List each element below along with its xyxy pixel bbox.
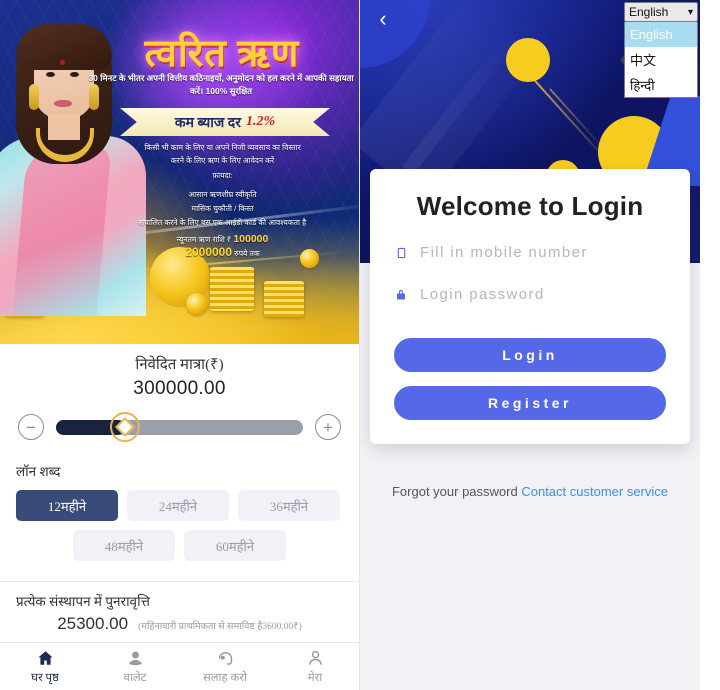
repayment-section: प्रत्येक संस्थापन में पुनरावृत्ति 25300.… — [0, 581, 359, 646]
amount-slider-thumb[interactable] — [110, 412, 141, 442]
banner-body: किसी भी काम के लिए या अपने निजी व्यवसाय … — [95, 142, 350, 261]
requested-amount-label: निवेदित मात्रा(₹) — [135, 357, 224, 373]
contact-customer-service-link[interactable]: Contact customer service — [521, 484, 668, 499]
bottom-navigation: घर पृष्ठ वालेट सलाह करो मेरा — [0, 642, 359, 690]
banner-title: त्वरित ऋण — [144, 33, 300, 75]
loan-term-option-12[interactable]: 12महीने — [16, 490, 118, 521]
language-option-english[interactable]: English — [625, 22, 697, 47]
loan-term-option-24[interactable]: 24महीने — [127, 490, 229, 521]
amount-slider-row: − + — [0, 400, 359, 442]
loan-term-options-row2: 48महीने 60महीने — [16, 530, 343, 561]
forgot-password-row: Forgot your password Contact customer se… — [360, 484, 700, 499]
language-selector[interactable]: English ▾ English 中文 हिन्दी — [624, 2, 698, 98]
loan-calculator-panel: त्वरित ऋण 30 मिनट के भीतर अपनी वित्तीय क… — [0, 0, 360, 690]
nav-label-profile: मेरा — [307, 672, 323, 684]
repayment-value: 25300.00 — [57, 614, 129, 633]
headset-support-icon — [216, 648, 235, 668]
model-lips — [54, 100, 72, 107]
language-option-hindi[interactable]: हिन्दी — [625, 72, 697, 97]
amount-slider-thumb-diamond — [115, 417, 136, 437]
banner-subtitle: 30 मिनट के भीतर अपनी वित्तीय कठिनाइयों, … — [88, 73, 354, 96]
nav-label-wallet: वालेट — [123, 672, 147, 684]
gold-coin-stack — [264, 281, 304, 317]
banner-benefit-3: संचालित करने के लिए बस एक आईडी कार्ड की … — [138, 217, 307, 227]
mobile-phone-icon — [394, 245, 408, 261]
nav-label-support: सलाह करो — [202, 672, 248, 684]
app-screen: त्वरित ऋण 30 मिनट के भीतर अपनी वित्तीय क… — [0, 0, 720, 690]
language-option-chinese[interactable]: 中文 — [625, 47, 697, 72]
login-card: Welcome to Login Fill in mobile number L… — [370, 169, 690, 444]
mobile-number-field[interactable]: Fill in mobile number — [394, 244, 666, 264]
login-panel: ‹ English ▾ English 中文 हिन्दी Welcome to… — [360, 0, 700, 690]
wallet-icon — [126, 648, 145, 668]
loan-term-option-48[interactable]: 48महीने — [73, 530, 175, 561]
banner-max-suffix: रुपये तक — [234, 249, 260, 258]
password-placeholder: Login password — [420, 286, 545, 303]
promo-banner[interactable]: त्वरित ऋण 30 मिनट के भीतर अपनी वित्तीय क… — [0, 0, 359, 344]
user-profile-icon — [306, 648, 325, 668]
loan-term-option-60[interactable]: 60महीने — [184, 530, 286, 561]
nav-item-home[interactable]: घर पृष्ठ — [0, 648, 90, 685]
model-eye — [46, 72, 55, 77]
loan-term-options: 12महीने 24महीने 36महीने 48महीने 60महीने — [16, 490, 343, 561]
chevron-left-icon[interactable]: ‹ — [370, 6, 396, 32]
language-option-list[interactable]: English 中文 हिन्दी — [624, 22, 698, 98]
nav-label-home: घर पृष्ठ — [31, 672, 59, 684]
chevron-down-icon: ▾ — [687, 6, 693, 18]
nav-item-support[interactable]: सलाह करो — [180, 648, 270, 685]
plus-circle-icon[interactable]: + — [315, 414, 341, 440]
nav-item-wallet[interactable]: वालेट — [90, 648, 180, 685]
gold-coin-stack — [210, 267, 254, 311]
model-eye — [70, 72, 79, 77]
repayment-note: (महिनावारी प्राथमिकता से समाविष्ट है3600… — [138, 622, 302, 632]
loan-term-option-36[interactable]: 36महीने — [238, 490, 340, 521]
banner-benefit-1: आसान ऋणशीघ्र स्वीकृति — [188, 189, 257, 199]
login-button[interactable]: Login — [394, 338, 666, 372]
minus-circle-icon[interactable]: − — [18, 414, 44, 440]
requested-amount-section: निवेदित मात्रा(₹) 300000.00 − + — [0, 344, 359, 444]
gold-coin — [186, 293, 208, 315]
model-earring — [29, 84, 39, 110]
ribbon-label: कम ब्याज दर — [174, 115, 241, 131]
ribbon-rate: 1.2% — [245, 114, 276, 129]
repayment-label: प्रत्येक संस्थापन में पुनरावृत्ति — [16, 594, 150, 609]
lock-icon — [394, 287, 408, 302]
register-button[interactable]: Register — [394, 386, 666, 420]
forgot-password-text: Forgot your password — [391, 484, 518, 499]
nav-item-profile[interactable]: मेरा — [270, 648, 359, 685]
password-field[interactable]: Login password — [394, 286, 666, 306]
banner-benefits-title: फ़ायदा: — [212, 171, 233, 180]
hero-yellow-ray — [549, 88, 605, 150]
banner-min-amount: 100000 — [233, 232, 269, 245]
banner-max-amount: 2000000 — [185, 245, 233, 259]
language-selected-label: English — [629, 5, 669, 19]
interest-rate-ribbon: कम ब्याज दर 1.2% — [120, 108, 330, 136]
amount-slider[interactable] — [56, 412, 303, 442]
login-title: Welcome to Login — [416, 191, 644, 221]
banner-min-label: न्यूनतम ऋण राशि ₹ — [176, 234, 232, 244]
hero-yellow-ray — [527, 72, 610, 163]
requested-amount-value: 300000.00 — [133, 378, 226, 399]
loan-term-label: लॉन शब्द — [16, 464, 61, 479]
home-icon — [36, 648, 55, 668]
loan-term-section: लॉन शब्द 12महीने 24महीने 36महीने 48महीने… — [0, 444, 359, 561]
model-bindi — [60, 60, 65, 65]
banner-body-line1: किसी भी काम के लिए या अपने निजी व्यवसाय … — [144, 143, 301, 152]
language-selected-box[interactable]: English ▾ — [624, 2, 698, 22]
banner-benefit-2: मासिक चुकौती / किस्त — [191, 203, 254, 213]
banner-body-line2: करने के लिए ऋण के लिए आवेदन करें — [170, 155, 275, 165]
repayment-row: 25300.00 (महिनावारी प्राथमिकता से समाविष… — [16, 614, 343, 634]
mobile-number-placeholder: Fill in mobile number — [420, 244, 588, 261]
